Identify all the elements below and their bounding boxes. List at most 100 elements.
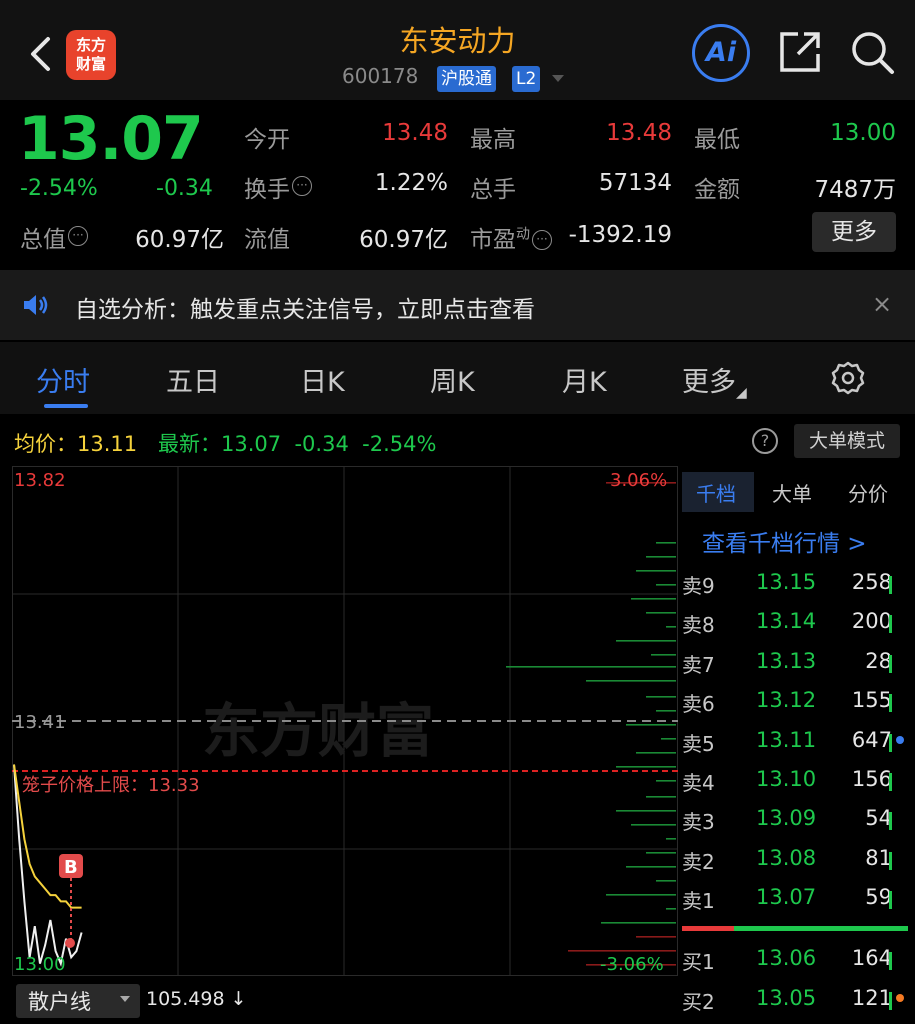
ask-level-label: 卖6 — [682, 692, 715, 717]
ai-assistant-button[interactable]: Ai — [692, 24, 750, 82]
svg-text:B: B — [64, 857, 78, 878]
gear-icon[interactable] — [830, 360, 866, 396]
level-volume-bar — [889, 992, 892, 1010]
depth-bar — [646, 612, 676, 614]
tab-more[interactable]: 更多◢ — [682, 360, 747, 401]
ask-level-label: 卖8 — [682, 613, 715, 638]
ask-level-volume: 156 — [851, 767, 892, 791]
intraday-chart[interactable]: 东方财富 B 13.82 13.41 13.00 3.06% -3.06% 笼子… — [12, 466, 678, 978]
depth-bar — [666, 908, 676, 910]
market-cap-label[interactable]: 总值 ··· — [20, 220, 88, 254]
pe-label[interactable]: 市盈动 ··· — [470, 220, 552, 254]
share-icon[interactable] — [778, 30, 822, 74]
banner-text[interactable]: 自选分析：触发重点关注信号，立即点击查看 — [75, 290, 535, 324]
change-percent: -2.54% — [20, 176, 98, 201]
ask-level-volume: 647 — [851, 727, 892, 752]
depth-bar — [661, 738, 676, 740]
ask-level-price: 13.10 — [756, 767, 817, 791]
indicator-value: 105.498 ↓ — [146, 988, 247, 1010]
bid-level-price: 13.06 — [756, 946, 817, 970]
bid-level-label: 买2 — [682, 990, 715, 1014]
high-value: 13.48 — [606, 120, 672, 146]
level-volume-bar — [889, 615, 892, 634]
depth-bar — [626, 724, 676, 726]
depth-bar — [656, 780, 676, 782]
depth-bar — [626, 866, 676, 868]
level-volume-bar — [889, 773, 892, 791]
tab-intraday[interactable]: 分时 — [36, 360, 90, 399]
dropdown-triangle-icon[interactable] — [552, 75, 564, 82]
brand-logo: 东方财富 — [66, 30, 116, 80]
pct-label-top: 3.06% — [610, 470, 667, 491]
blue-dot-marker — [896, 736, 904, 744]
ask-level-label: 卖9 — [682, 574, 715, 598]
turnover-label[interactable]: 换手 ··· — [244, 170, 312, 204]
ask-level-volume: 54 — [865, 806, 892, 831]
depth-bar — [666, 838, 676, 840]
bid-ask-divider-red — [682, 926, 734, 931]
cage-limit-label: 笼子价格上限：13.33 — [22, 775, 200, 796]
y-label-mid: 13.41 — [14, 712, 66, 733]
stock-code: 600178 — [342, 64, 419, 88]
depth-bar — [616, 640, 676, 642]
ask-level-label: 卖5 — [682, 731, 715, 756]
l2-badge: L2 — [512, 66, 541, 92]
tab-month-k[interactable]: 月K — [562, 360, 607, 399]
ask-level-price: 13.14 — [756, 609, 817, 634]
search-icon[interactable] — [848, 28, 896, 76]
close-icon[interactable]: × — [872, 290, 892, 318]
depth-bars — [506, 482, 676, 966]
back-arrow-icon[interactable] — [28, 36, 54, 72]
low-label: 最低 — [694, 127, 740, 153]
ask-level-price: 13.15 — [756, 570, 817, 594]
info-icon: ··· — [532, 230, 552, 250]
depth-bar — [656, 584, 676, 586]
level-volume-bar — [889, 812, 892, 831]
ask-level-label: 卖3 — [682, 810, 715, 835]
orange-dot-marker — [896, 994, 904, 1002]
high-label: 最高 — [470, 127, 516, 153]
ask-level-label: 卖4 — [682, 771, 715, 795]
bid-ask-divider-green — [734, 926, 908, 931]
big-order-mode-button[interactable]: 大单模式 — [794, 424, 900, 458]
ask-level-label: 卖1 — [682, 889, 715, 914]
turnover-value: 1.22% — [374, 170, 448, 196]
bid-level-volume: 121 — [851, 986, 892, 1010]
market-cap-value: 60.97亿 — [135, 227, 224, 253]
level-volume-bar — [889, 576, 892, 594]
ask-level-price: 13.07 — [756, 885, 817, 910]
open-value: 13.48 — [382, 120, 448, 146]
volume-label: 总手 — [470, 177, 516, 203]
view-depth-link[interactable]: 查看千档行情 > — [702, 524, 867, 558]
info-icon: ··· — [68, 226, 88, 246]
tab-five-day[interactable]: 五日 — [166, 360, 220, 399]
more-quote-button[interactable]: 更多 — [812, 212, 896, 252]
level-volume-bar — [889, 891, 892, 910]
tab-price-dist[interactable]: 分价 — [848, 478, 888, 507]
level-volume-bar — [889, 952, 892, 970]
bid-level-price: 13.05 — [756, 986, 817, 1010]
stock-name: 东安动力 — [399, 24, 516, 58]
hgt-badge: 沪股通 — [437, 66, 496, 92]
tab-day-k[interactable]: 日K — [300, 360, 345, 399]
tab-full-depth[interactable]: 千档 — [696, 478, 736, 507]
level-volume-bar — [889, 694, 892, 713]
depth-bar — [616, 810, 676, 812]
tab-week-k[interactable]: 周K — [430, 360, 475, 399]
ask-level-label: 卖7 — [682, 652, 715, 677]
speaker-icon — [24, 295, 48, 315]
ask-level-price: 13.11 — [756, 727, 817, 752]
bid-level-volume: 164 — [851, 946, 892, 970]
level-volume-bar — [889, 733, 892, 752]
help-icon[interactable]: ? — [752, 428, 778, 454]
float-cap-label: 流值 — [244, 227, 290, 253]
depth-bar — [656, 880, 676, 882]
depth-bar — [646, 852, 676, 854]
level-volume-bar — [889, 851, 892, 870]
low-value: 13.00 — [830, 120, 896, 146]
latest-price-line: 最新：13.07 -0.34 -2.54% — [158, 432, 437, 456]
ask-level-volume: 81 — [865, 845, 892, 870]
tab-big-order[interactable]: 大单 — [772, 478, 812, 507]
depth-bar — [586, 680, 676, 682]
depth-bar — [646, 696, 676, 698]
